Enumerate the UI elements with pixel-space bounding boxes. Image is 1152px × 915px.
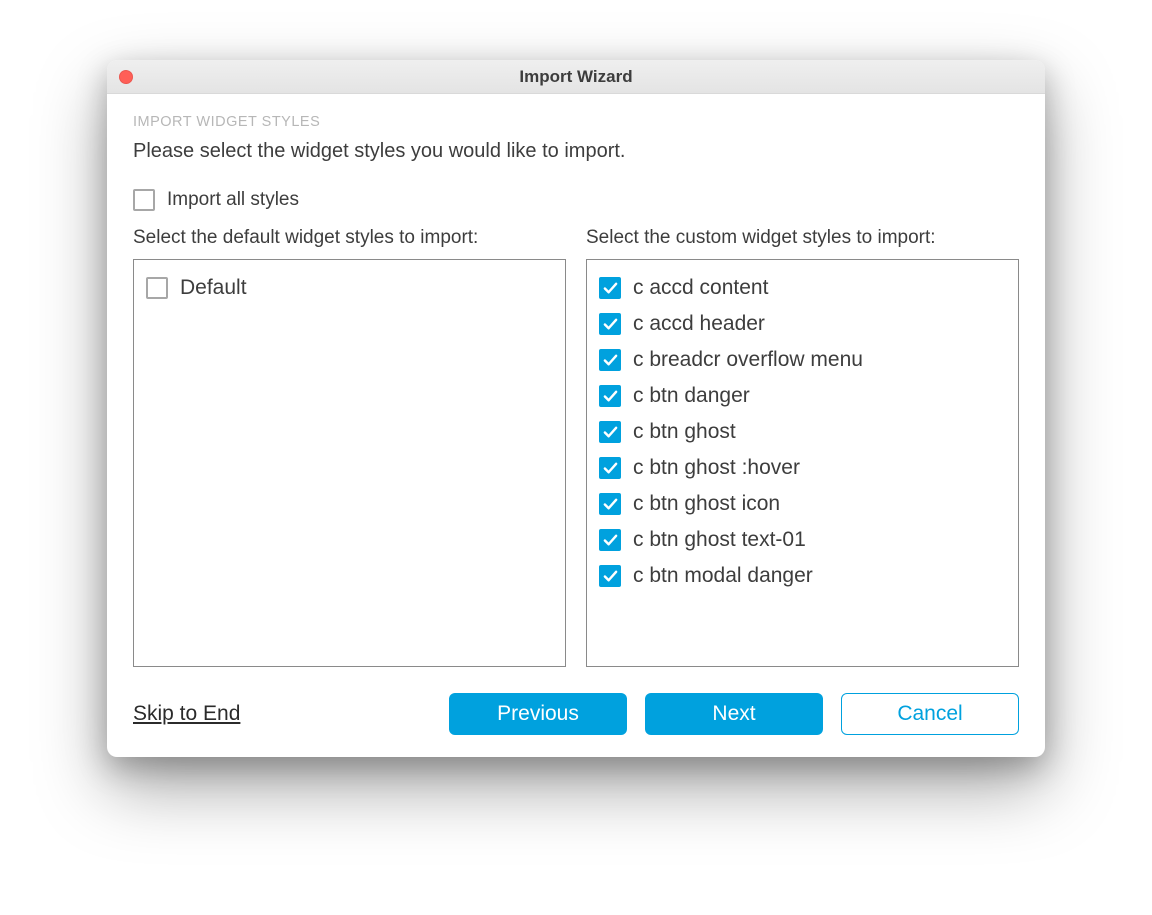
check-icon	[603, 317, 618, 332]
default-style-item: Default	[146, 270, 553, 306]
section-description: Please select the widget styles you woul…	[133, 140, 1019, 163]
check-icon	[603, 461, 618, 476]
custom-style-item-checkbox[interactable]	[599, 565, 621, 587]
default-style-item-checkbox[interactable]	[146, 277, 168, 299]
columns: Select the default widget styles to impo…	[133, 227, 1019, 667]
custom-style-item-label: c btn modal danger	[633, 564, 813, 588]
check-icon	[603, 353, 618, 368]
custom-style-item-checkbox[interactable]	[599, 493, 621, 515]
custom-style-item-checkbox[interactable]	[599, 313, 621, 335]
custom-style-item-label: c btn ghost text-01	[633, 528, 806, 552]
custom-style-item: c btn danger	[599, 378, 1006, 414]
custom-style-item: c btn modal danger	[599, 558, 1006, 594]
default-styles-listbox[interactable]: Default	[133, 259, 566, 667]
custom-style-item-label: c accd content	[633, 276, 768, 300]
section-label: Import Widget Styles	[133, 114, 1019, 130]
wizard-window: Import Wizard Import Widget Styles Pleas…	[107, 60, 1045, 757]
custom-styles-listbox[interactable]: c accd content c accd header c breadcr ove…	[586, 259, 1019, 667]
custom-style-item-checkbox[interactable]	[599, 421, 621, 443]
check-icon	[603, 533, 618, 548]
custom-style-item-label: c accd header	[633, 312, 765, 336]
check-icon	[603, 497, 618, 512]
import-all-checkbox[interactable]	[133, 189, 155, 211]
custom-style-item-label: c btn ghost	[633, 420, 736, 444]
check-icon	[603, 281, 618, 296]
cancel-button[interactable]: Cancel	[841, 693, 1019, 735]
custom-style-item-checkbox[interactable]	[599, 277, 621, 299]
custom-style-item-checkbox[interactable]	[599, 349, 621, 371]
custom-styles-heading: Select the custom widget styles to impor…	[586, 227, 1019, 249]
close-icon[interactable]	[119, 70, 133, 84]
custom-style-item: c btn ghost icon	[599, 486, 1006, 522]
custom-style-item: c accd header	[599, 306, 1006, 342]
wizard-content: Import Widget Styles Please select the w…	[107, 94, 1045, 757]
import-all-row: Import all styles	[133, 189, 1019, 211]
custom-style-item-checkbox[interactable]	[599, 457, 621, 479]
wizard-footer: Skip to End Previous Next Cancel	[133, 693, 1019, 735]
import-all-label: Import all styles	[167, 189, 299, 211]
custom-style-item-label: c btn ghost :hover	[633, 456, 800, 480]
skip-to-end-link[interactable]: Skip to End	[133, 702, 240, 726]
custom-style-item: c btn ghost text-01	[599, 522, 1006, 558]
custom-style-item-label: c btn danger	[633, 384, 750, 408]
custom-style-item: c breadcr overflow menu	[599, 342, 1006, 378]
default-styles-column: Select the default widget styles to impo…	[133, 227, 566, 667]
custom-style-item: c btn ghost :hover	[599, 450, 1006, 486]
next-button[interactable]: Next	[645, 693, 823, 735]
custom-style-item-checkbox[interactable]	[599, 529, 621, 551]
previous-button[interactable]: Previous	[449, 693, 627, 735]
check-icon	[603, 425, 618, 440]
custom-styles-column: Select the custom widget styles to impor…	[586, 227, 1019, 667]
custom-style-item-label: c btn ghost icon	[633, 492, 780, 516]
check-icon	[603, 569, 618, 584]
custom-style-item: c btn ghost	[599, 414, 1006, 450]
window-titlebar: Import Wizard	[107, 60, 1045, 94]
check-icon	[603, 389, 618, 404]
custom-style-item-label: c breadcr overflow menu	[633, 348, 863, 372]
default-style-item-label: Default	[180, 276, 247, 300]
custom-style-item: c accd content	[599, 270, 1006, 306]
custom-style-item-checkbox[interactable]	[599, 385, 621, 407]
window-title: Import Wizard	[107, 67, 1045, 87]
default-styles-heading: Select the default widget styles to impo…	[133, 227, 566, 249]
